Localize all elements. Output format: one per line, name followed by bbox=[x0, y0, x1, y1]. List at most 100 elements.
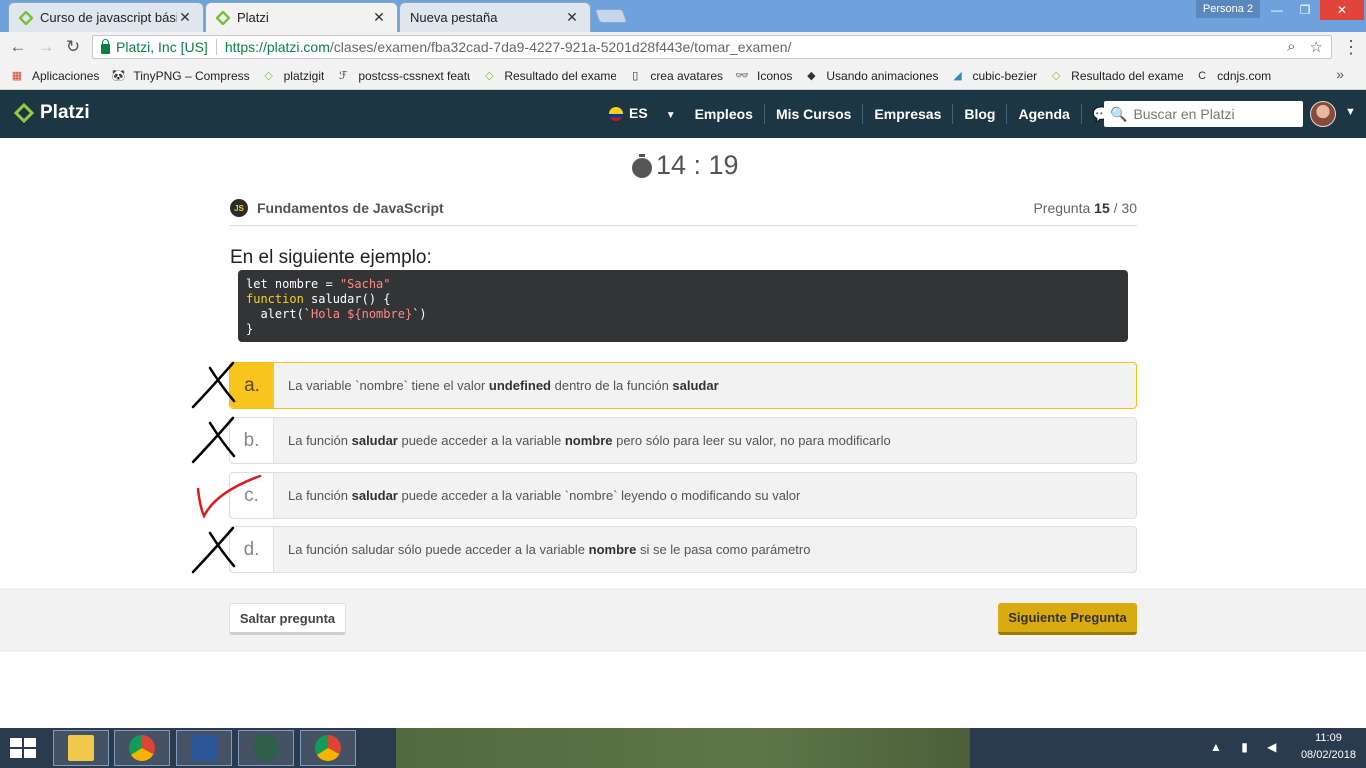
answer-option[interactable]: a. La variable `nombre` tiene el valor un… bbox=[229, 362, 1137, 409]
answer-option[interactable]: c. La función saludar puede acceder a la … bbox=[229, 472, 1137, 519]
avatar[interactable] bbox=[1310, 101, 1336, 127]
nav-empleos[interactable]: Empleos bbox=[684, 104, 765, 124]
taskbar-app[interactable] bbox=[238, 730, 294, 766]
bookmark-item[interactable]: 🐼 TinyPNG – Compress bbox=[111, 68, 250, 83]
bookmark-item[interactable]: ▯ crea avatares bbox=[628, 69, 723, 83]
option-keyword: nombre bbox=[588, 542, 637, 557]
tab-label: Platzi bbox=[237, 10, 269, 25]
bookmark-label: cdnjs.com bbox=[1217, 68, 1272, 83]
maximize-icon[interactable]: ❐ bbox=[1290, 0, 1320, 20]
forward-arrow-icon[interactable]: → bbox=[35, 37, 57, 57]
taskbar-app[interactable] bbox=[176, 730, 232, 766]
bookmark-label: platzigit bbox=[283, 68, 325, 83]
taskbar-app[interactable] bbox=[114, 730, 170, 766]
back-arrow-icon[interactable]: ← bbox=[7, 37, 29, 57]
reload-icon[interactable]: ↻ bbox=[62, 37, 84, 57]
tab-close-icon[interactable]: ✕ bbox=[177, 9, 193, 26]
option-text-part: La función bbox=[288, 488, 352, 503]
option-keyword: nombre bbox=[564, 433, 613, 448]
atom-icon bbox=[253, 735, 279, 761]
header-divider bbox=[230, 225, 1137, 226]
course-name: Fundamentos de JavaScript bbox=[257, 200, 444, 216]
answer-option[interactable]: b. La función saludar puede acceder a la … bbox=[229, 417, 1137, 464]
clock-date: 08/02/2018 bbox=[1300, 749, 1356, 761]
counter-label: Pregunta bbox=[1033, 200, 1091, 216]
url-path: /clases/examen/fba32cad-7da9-4227-921a-5… bbox=[329, 39, 792, 55]
bookmark-item[interactable]: ◇ Resultado del examen bbox=[1049, 69, 1183, 83]
browser-menu-icon[interactable]: ⋮ bbox=[1342, 37, 1360, 58]
option-keyword: saludar bbox=[672, 378, 719, 393]
platzi-search-input[interactable]: 🔍 Buscar en Platzi bbox=[1104, 101, 1303, 127]
bookmark-item[interactable]: ℱpostcss-cssnext featu bbox=[336, 69, 470, 83]
tab-close-icon[interactable]: ✕ bbox=[371, 9, 387, 26]
bookmark-label: TinyPNG – Compress bbox=[133, 68, 250, 83]
code-snippet: let nombre = "Sacha" function saludar() … bbox=[238, 270, 1128, 342]
option-letter: d. bbox=[230, 527, 274, 572]
option-text: La función saludar puede acceder a la va… bbox=[274, 473, 800, 518]
tab-platzi[interactable]: Platzi ✕ bbox=[205, 2, 398, 32]
omnibox-divider bbox=[215, 39, 217, 55]
bookmarks-overflow-icon[interactable]: » bbox=[1336, 66, 1344, 82]
option-letter: a. bbox=[230, 363, 274, 408]
nav-agenda[interactable]: Agenda bbox=[1007, 104, 1082, 124]
taskbar-app[interactable] bbox=[53, 730, 109, 766]
windows-start-icon[interactable] bbox=[10, 738, 36, 758]
platzi-favicon-icon bbox=[216, 10, 230, 25]
option-keyword: undefined bbox=[488, 378, 551, 393]
new-tab-button[interactable] bbox=[594, 9, 628, 23]
nav-blog[interactable]: Blog bbox=[953, 104, 1008, 124]
answer-option[interactable]: d. La función saludar sólo puede acceder … bbox=[229, 526, 1137, 573]
bookmark-item[interactable]: ◇ platzigit bbox=[262, 68, 325, 83]
taskbar-clock[interactable]: 11:09 08/02/2018 bbox=[1301, 730, 1356, 764]
tab-nueva-pestana[interactable]: Nueva pestaña ✕ bbox=[399, 2, 591, 32]
window-close-icon[interactable]: ✕ bbox=[1320, 0, 1364, 20]
taskbar-app[interactable] bbox=[300, 730, 356, 766]
bookmark-label: crea avatares bbox=[650, 68, 724, 83]
avatar-chevron-down-icon[interactable]: ▼ bbox=[1345, 106, 1356, 118]
apps-grid-icon: ▦ bbox=[11, 70, 23, 82]
option-keyword: saludar bbox=[351, 488, 398, 503]
skip-question-button[interactable]: Saltar pregunta bbox=[229, 603, 346, 635]
colombia-flag-icon bbox=[609, 106, 623, 121]
tab-close-icon[interactable]: ✕ bbox=[564, 9, 580, 26]
question-text: En el siguiente ejemplo: bbox=[230, 247, 432, 268]
option-keyword: saludar bbox=[351, 433, 398, 448]
secure-label: Platzi, Inc [US] bbox=[116, 39, 208, 55]
page-icon: ▯ bbox=[632, 70, 639, 82]
question-counter: Pregunta 15 / 30 bbox=[1033, 200, 1137, 216]
code-line: function saludar() { bbox=[246, 292, 391, 306]
nav-mis-cursos[interactable]: Mis Cursos bbox=[765, 104, 864, 124]
bookmark-star-icon[interactable]: ☆ bbox=[1310, 38, 1323, 56]
bookmark-item[interactable]: ▦ Aplicaciones bbox=[10, 68, 100, 83]
platzi-logo[interactable]: Platzi bbox=[14, 102, 90, 124]
option-text-part: si se le pasa como parámetro bbox=[636, 542, 811, 557]
option-letter: c. bbox=[230, 473, 274, 518]
minimize-icon[interactable]: — bbox=[1262, 0, 1292, 20]
bookmark-item[interactable]: 👓 Iconos bbox=[735, 69, 792, 83]
platzi-logo-text: Platzi bbox=[40, 102, 90, 123]
counter-current: 15 bbox=[1094, 200, 1110, 216]
bookmark-label: Aplicaciones bbox=[32, 68, 100, 83]
language-label: ES bbox=[629, 104, 648, 121]
secure-indicator[interactable]: Platzi, Inc [US] bbox=[93, 39, 208, 55]
bookmark-item[interactable]: ◆ Usando animaciones bbox=[804, 69, 938, 83]
javascript-badge-icon: JS bbox=[230, 199, 248, 217]
option-text-part: La función bbox=[288, 433, 352, 448]
platzi-logo-icon bbox=[14, 103, 34, 123]
language-selector[interactable]: ES ▼ bbox=[598, 103, 684, 126]
chevron-down-icon: ▼ bbox=[665, 109, 676, 121]
counter-total: / 30 bbox=[1113, 200, 1137, 216]
chrome-icon bbox=[315, 735, 341, 761]
bookmark-item[interactable]: ◇ Resultado del examen bbox=[482, 69, 616, 83]
next-question-button[interactable]: Siguiente Pregunta bbox=[998, 603, 1137, 635]
platzi-header: Platzi ES ▼ Empleos Mis Cursos Empresas B… bbox=[0, 90, 1366, 138]
address-bar[interactable]: Platzi, Inc [US] https://platzi.com /cla… bbox=[92, 35, 1332, 59]
bookmark-item[interactable]: Ccdnjs.com bbox=[1195, 69, 1271, 83]
cross-mark-icon bbox=[191, 416, 236, 464]
bookmark-item[interactable]: ◢ cubic-bezier bbox=[950, 69, 1037, 83]
system-tray-icons[interactable]: ▲ ▮ ◀ bbox=[1210, 740, 1284, 754]
tab-curso-javascript[interactable]: Curso de javascript básico ✕ bbox=[8, 2, 204, 32]
nav-empresas[interactable]: Empresas bbox=[863, 104, 954, 124]
zoom-search-icon[interactable]: ⌕ bbox=[1287, 38, 1295, 56]
profile-persona-badge[interactable]: Persona 2 bbox=[1196, 0, 1260, 18]
